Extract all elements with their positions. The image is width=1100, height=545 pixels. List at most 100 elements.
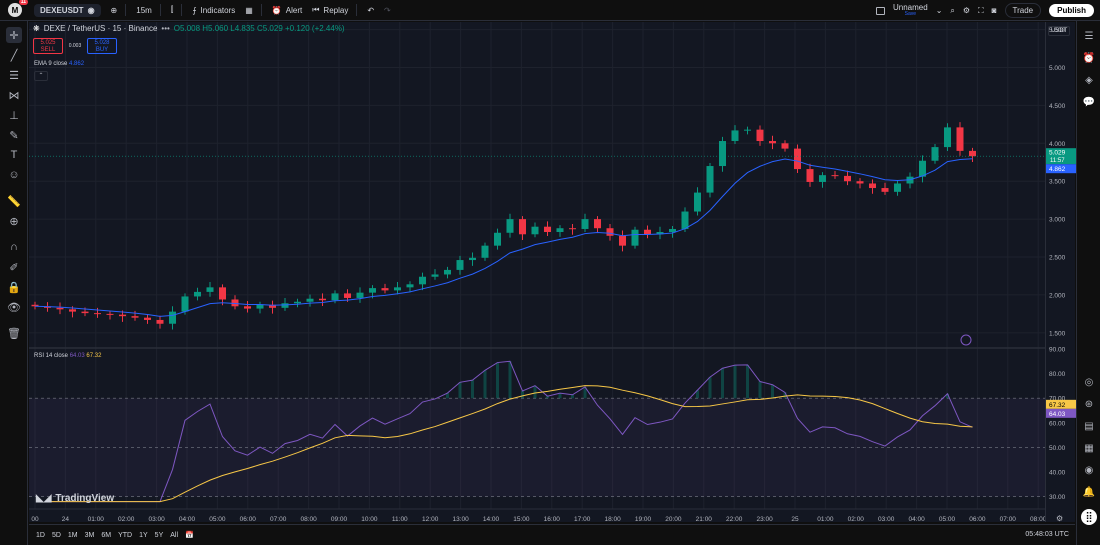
ruler-icon[interactable]: 📏 bbox=[6, 193, 22, 209]
collapse-legend-button[interactable]: ⌃ bbox=[34, 71, 48, 81]
rsi-legend[interactable]: RSI 14 close 64.03 67.32 bbox=[34, 353, 101, 359]
range-button-6m[interactable]: 6M bbox=[101, 532, 111, 539]
add-symbol-icon[interactable]: ⊕ bbox=[111, 6, 118, 15]
currency-selector[interactable]: USDT bbox=[1048, 26, 1071, 36]
layout-checkbox-icon[interactable] bbox=[876, 6, 885, 15]
layers-icon[interactable]: ◈ bbox=[1082, 73, 1096, 87]
legend-title: DEXE / TetherUS · 15 · Binance bbox=[43, 24, 158, 33]
forecasting-icon[interactable]: ⊥ bbox=[6, 107, 22, 123]
spread-value: 0.003 bbox=[68, 43, 82, 49]
symbol-search-button[interactable]: DEXEUSDT ◉ bbox=[34, 3, 101, 17]
watchlist-icon[interactable]: ☰ bbox=[1082, 29, 1096, 43]
replay-button[interactable]: ⏮ Replay bbox=[312, 5, 348, 15]
dots-icon[interactable]: ••• bbox=[161, 24, 169, 33]
apps-grid-icon[interactable]: ⣿ bbox=[1081, 509, 1097, 525]
candle bbox=[256, 304, 264, 309]
user-avatar[interactable]: M 11 bbox=[8, 0, 28, 17]
trend-line-icon[interactable]: ╱ bbox=[6, 47, 22, 63]
templates-icon[interactable]: ▦ bbox=[245, 6, 253, 15]
time-tick-label: 04:00 bbox=[908, 516, 925, 522]
signal-icon[interactable]: ◉ bbox=[1082, 463, 1096, 477]
chart-type-icon[interactable]: ⫿ bbox=[171, 5, 174, 15]
calendar-range-icon[interactable]: 📅 bbox=[185, 531, 194, 539]
eye-icon: ◉ bbox=[87, 5, 95, 15]
time-tick-label: 03:00 bbox=[148, 516, 165, 522]
candle bbox=[194, 291, 201, 297]
candle bbox=[169, 311, 176, 324]
indicators-button[interactable]: ⨍ Indicators bbox=[192, 6, 235, 15]
time-tick-label: 21:00 bbox=[696, 516, 713, 522]
tradingview-logo[interactable]: ◣◢ TradingView bbox=[36, 493, 114, 504]
clock-label[interactable]: 05:48:03 UTC bbox=[1025, 531, 1069, 538]
time-tick-label: 04:00 bbox=[179, 516, 196, 522]
interval-button[interactable]: 15m bbox=[136, 6, 152, 15]
price-tick-label: 4.000 bbox=[1049, 141, 1066, 148]
range-button-all[interactable]: All bbox=[170, 532, 178, 539]
crosshair-icon[interactable]: ✛ bbox=[6, 27, 22, 43]
emoji-icon[interactable]: ☺ bbox=[6, 167, 22, 183]
notifications-icon[interactable]: 🔔 bbox=[1082, 485, 1096, 499]
alert-button[interactable]: ⏰ Alert bbox=[272, 6, 302, 15]
buy-button[interactable]: 5.028 BUY bbox=[87, 38, 117, 54]
fib-retracement-icon[interactable]: ☰ bbox=[6, 67, 22, 83]
zoom-in-icon[interactable]: ⊕ bbox=[6, 213, 22, 229]
candle bbox=[531, 226, 539, 235]
event-marker-icon bbox=[960, 334, 972, 346]
candle bbox=[344, 293, 351, 298]
candle bbox=[519, 219, 526, 235]
candle bbox=[644, 229, 651, 235]
calendar-icon[interactable]: ▦ bbox=[1082, 441, 1096, 455]
lock-icon[interactable]: 🔒 bbox=[6, 279, 22, 295]
candle bbox=[606, 228, 614, 236]
range-button-ytd[interactable]: YTD bbox=[118, 532, 132, 539]
candle bbox=[856, 181, 864, 184]
magnet-icon[interactable]: ∩ bbox=[6, 239, 22, 255]
trade-button[interactable]: Trade bbox=[1004, 3, 1042, 18]
range-button-5y[interactable]: 5Y bbox=[155, 532, 164, 539]
price-axis[interactable]: 5.500 5.000 4.500 4.000 3.500 3.000 2.500 2.000… bbox=[1045, 22, 1076, 523]
camera-icon[interactable]: ◙ bbox=[992, 6, 997, 15]
tv-logo-icon: ◣◢ bbox=[36, 493, 52, 504]
chart-area[interactable]: 00 24 01:00 02:00 03:00 04:00 05:00 06:00 07:00 0… bbox=[29, 22, 1047, 523]
publish-button[interactable]: Publish bbox=[1049, 4, 1094, 17]
quick-search-icon[interactable]: ⌕ bbox=[950, 6, 954, 16]
chevron-down-icon[interactable]: ⌄ bbox=[936, 6, 943, 15]
range-button-3m[interactable]: 3M bbox=[85, 532, 95, 539]
range-button-1d[interactable]: 1D bbox=[36, 532, 45, 539]
candle bbox=[819, 175, 826, 182]
rsi-tick-label: 40.00 bbox=[1049, 470, 1066, 477]
undo-icon[interactable]: ↶ bbox=[367, 6, 374, 15]
range-button-1m[interactable]: 1M bbox=[68, 532, 78, 539]
brush-icon[interactable]: ✎ bbox=[6, 127, 22, 143]
layout-name-button[interactable]: Unnamed Save bbox=[893, 3, 928, 18]
candle bbox=[681, 211, 689, 229]
date-ranges: 1D 5D 1M 3M 6M YTD 1Y 5Y All bbox=[29, 532, 178, 539]
pattern-icon[interactable]: ⋈ bbox=[6, 87, 22, 103]
buy-sell-panel: 5.025 SELL 0.003 5.028 BUY bbox=[33, 38, 117, 54]
alerts-icon[interactable]: ⏰ bbox=[1082, 51, 1096, 65]
trash-icon[interactable]: 🗑 bbox=[6, 325, 22, 341]
ema-legend[interactable]: EMA 9 close 4.862 bbox=[34, 61, 84, 67]
text-icon[interactable]: T bbox=[6, 147, 22, 163]
candle bbox=[144, 317, 151, 320]
range-button-1y[interactable]: 1Y bbox=[139, 532, 148, 539]
fullscreen-icon[interactable]: ⛶ bbox=[978, 6, 984, 16]
top-toolbar: M 11 DEXEUSDT ◉ ⊕ 15m ⫿ ⨍ Indicators ▦ ⏰ Ale… bbox=[0, 0, 1100, 21]
settings-icon[interactable]: ⚙ bbox=[963, 6, 970, 15]
chat-icon[interactable]: 💬 bbox=[1082, 95, 1096, 109]
redo-icon[interactable]: ↷ bbox=[384, 6, 391, 15]
candle bbox=[381, 288, 389, 291]
candle bbox=[306, 298, 314, 302]
target-icon[interactable]: ◎ bbox=[1082, 375, 1096, 389]
candle bbox=[394, 287, 401, 291]
ideas-icon[interactable]: ⊛ bbox=[1082, 397, 1096, 411]
replay-icon: ⏮ bbox=[312, 5, 320, 14]
stay-in-drawing-icon[interactable]: ✐ bbox=[6, 259, 22, 275]
candle bbox=[494, 232, 501, 246]
range-button-5d[interactable]: 5D bbox=[52, 532, 61, 539]
calendar-icon[interactable]: ▤ bbox=[1082, 419, 1096, 433]
time-tick-label: 06:00 bbox=[240, 516, 257, 522]
eye-icon[interactable]: 👁 bbox=[6, 299, 22, 315]
sell-button[interactable]: 5.025 SELL bbox=[33, 38, 63, 54]
candle bbox=[831, 175, 839, 177]
